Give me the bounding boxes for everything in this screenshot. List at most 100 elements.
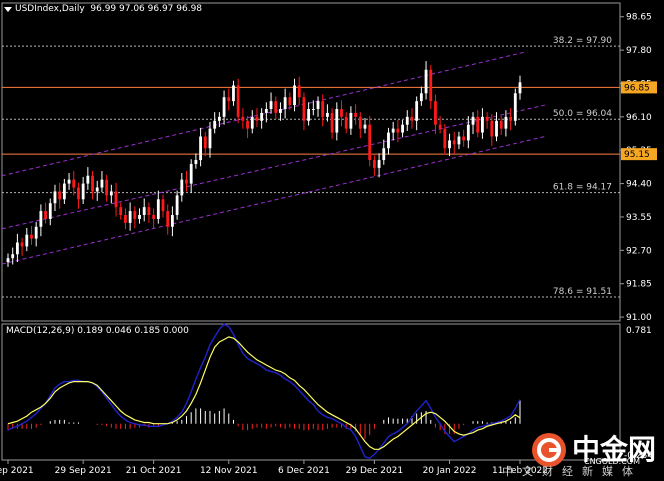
candle-body [185,179,188,184]
candle-body [452,140,456,145]
date-axis-label: 29 Dec 2021 [346,466,404,476]
candle-body [232,85,235,102]
candle-body [401,124,404,133]
candle-body [354,112,358,117]
main-panel-frame [1,2,621,322]
candle-body [48,203,52,219]
candle-body [297,85,301,98]
candle-body [124,215,127,223]
candle-body [147,207,151,215]
candle-body [105,179,109,196]
candle-body [288,97,292,106]
candle-body [34,226,38,239]
fib-level-label: 78.6 = 91.51 [553,287,612,297]
price-axis-label: 91.00 [626,313,652,323]
candle-body [222,97,226,117]
price-axis-label: 94.40 [626,180,652,190]
candle-body [260,112,264,121]
candle-body [264,109,268,113]
candle-body [194,160,198,164]
candle-body [77,187,80,200]
candle-body [279,109,282,113]
price-axis-label: 91.85 [626,280,652,290]
candle-body [391,128,395,133]
chart-header: USDIndex,Daily 96.99 97.06 96.97 96.98 [15,4,202,14]
channel-upper-line [1,51,526,177]
candle-body [462,136,466,141]
price-axis-label: 97.80 [626,46,652,56]
candle-body [255,116,259,121]
candle-body [227,97,231,102]
candle-body [349,112,353,129]
candle-body [67,179,71,184]
candle-body [518,82,522,94]
candle-body [142,207,146,215]
candle-body [58,191,62,200]
candle-body [466,124,470,141]
candle-body [438,124,442,129]
candle-body [405,116,409,125]
candle-body [419,93,423,102]
candle-body [86,175,90,184]
price-axis-label: 98.65 [626,13,652,23]
channel-middle-line [1,104,546,230]
candle-body [269,101,273,109]
candle-body [72,179,76,188]
candle-body [476,116,480,133]
candle-body [246,120,249,129]
candle-body [429,69,433,102]
chart-window[interactable]: 98.6597.8096.9596.1095.2594.4093.5592.70… [0,0,664,481]
candle-body [358,116,362,129]
candle-body [6,258,10,263]
candle-body [396,128,400,133]
candle-body [62,183,66,200]
candle-body [152,215,156,219]
candle-body [311,109,315,110]
symbol-timeframe: USDIndex,Daily [15,4,85,14]
level-price-tag-text: 95.15 [624,150,650,160]
chart-menu-icon[interactable] [4,7,12,12]
candle-body [316,101,320,109]
candle-body [490,120,494,137]
candle-body [241,116,245,121]
macd-signal-line [7,336,521,450]
date-axis-label: 29 Sep 2021 [55,466,112,476]
candle-body [128,211,132,223]
candle-body [283,97,287,109]
candle-body [368,124,372,161]
chart-canvas[interactable]: 98.6597.8096.9596.1095.2594.4093.5592.70… [0,0,664,481]
candle-body [485,116,489,121]
price-axis-label: 92.70 [626,246,652,256]
candle-body [434,101,437,125]
macd-main-line [7,323,521,459]
candle-body [415,101,419,121]
candle-body [81,183,85,200]
candle-body [307,109,311,121]
fib-level-label: 50.0 = 96.04 [553,109,612,119]
candle-body [448,140,451,149]
candle-body [138,215,141,219]
candle-body [335,109,339,133]
macd-label: MACD(12,26,9) 0.189 0.046 0.185 0.000 [6,326,189,336]
candle-body [382,148,386,161]
candle-body [161,199,165,212]
candle-body [20,242,24,247]
candle-body [424,69,428,94]
candle-body [302,97,306,121]
candle-body [410,116,414,121]
candle-body [180,179,184,196]
date-axis-label: 6 Dec 2021 [278,466,330,476]
candle-body [109,191,113,196]
candle-body [377,160,381,168]
candle-body [471,116,475,125]
candle-body [170,215,174,227]
date-axis-label: 21 Oct 2021 [126,466,182,476]
macd-axis-top: 0.781 [626,326,652,336]
candle-body [91,175,94,192]
macd-panel-frame [1,323,621,461]
candle-body [11,254,15,259]
candle-body [217,116,221,121]
price-axis-label: 96.10 [626,113,652,123]
price-axis-label: 93.55 [626,213,652,223]
candle-body [203,136,207,149]
